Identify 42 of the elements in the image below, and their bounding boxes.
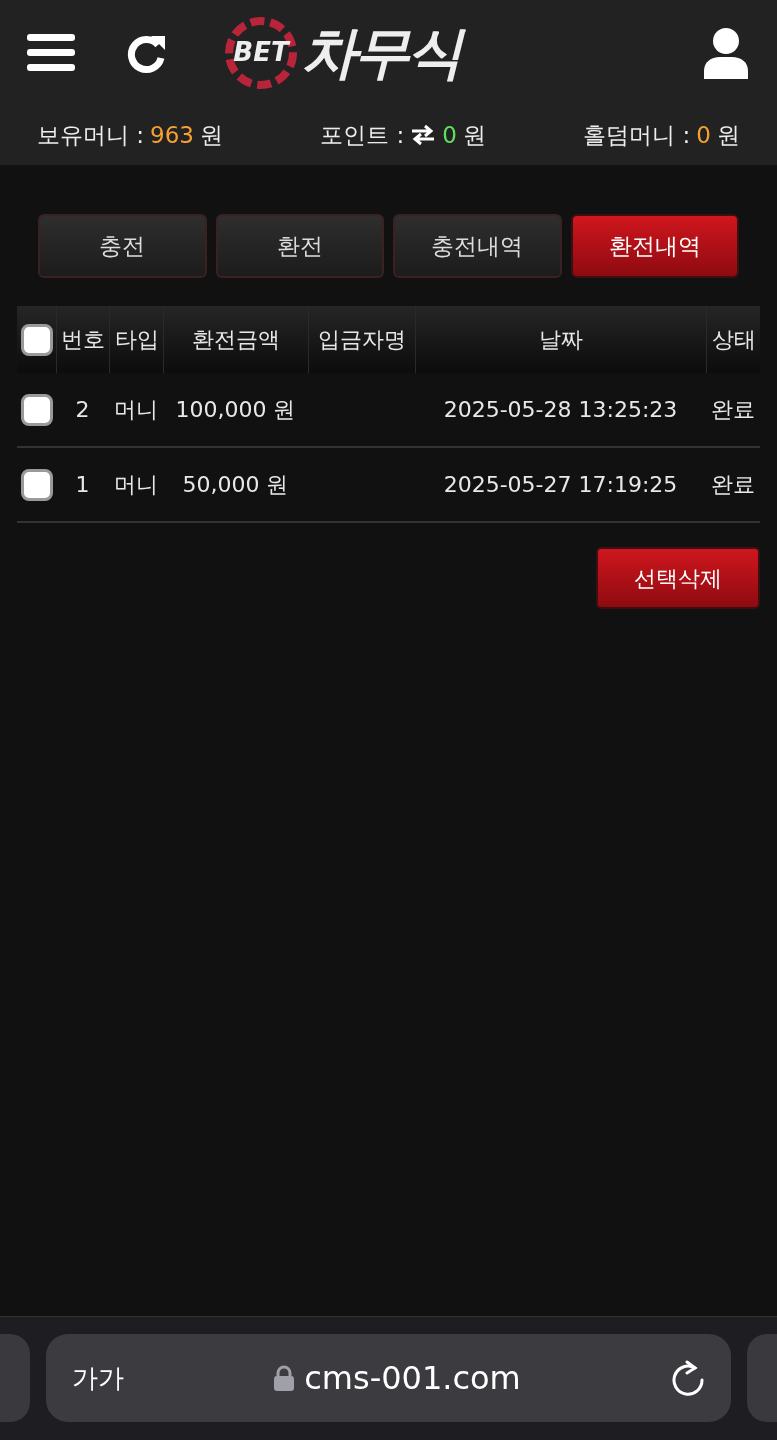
tab[interactable]: 충전 xyxy=(38,214,207,278)
table-cell-text: 100,000 원 xyxy=(175,396,296,424)
url-text: cms-001.com xyxy=(304,1358,521,1399)
currency-unit: 원 xyxy=(717,120,740,150)
column-header: 번호 xyxy=(61,326,105,354)
text-size-button[interactable]: 가가 xyxy=(72,1358,124,1398)
balance-value: 0 xyxy=(696,120,711,150)
checkbox[interactable] xyxy=(20,393,53,426)
logo-word: BET xyxy=(233,36,289,69)
table-cell-text: 50,000 원 xyxy=(182,471,289,499)
table-cell-text: 2 xyxy=(75,396,90,424)
currency-unit: 원 xyxy=(199,120,223,150)
lock-icon xyxy=(274,1365,295,1391)
table-cell-text: 완료 xyxy=(711,396,755,424)
balance-value: 0 xyxy=(442,120,457,150)
table-cell-text: 1 xyxy=(75,471,90,499)
table-cell-text: 머니 xyxy=(114,396,158,424)
balance-value: 963 xyxy=(150,120,194,150)
currency-unit: 원 xyxy=(463,120,486,150)
column-header: 환전금액 xyxy=(192,326,280,354)
column-header: 날짜 xyxy=(539,326,583,354)
column-header: 상태 xyxy=(711,326,756,354)
address-bar[interactable]: 가가 cms-001.com xyxy=(46,1334,731,1422)
checkbox[interactable] xyxy=(20,468,53,501)
user-icon[interactable] xyxy=(702,26,750,79)
balance-label: 포인트 : xyxy=(320,120,405,150)
delete-selected-button[interactable]: 선택삭제 xyxy=(596,547,760,609)
checkbox[interactable] xyxy=(20,323,53,356)
reload-icon[interactable] xyxy=(671,1360,705,1396)
tab[interactable]: 환전내역 xyxy=(570,214,739,278)
balance-label: 보유머니 : xyxy=(37,120,145,150)
tab[interactable]: 환전 xyxy=(215,214,384,278)
menu-icon[interactable] xyxy=(27,31,75,74)
table-cell-text: 완료 xyxy=(711,471,755,499)
column-header: 입금자명 xyxy=(318,326,406,354)
column-header: 타입 xyxy=(114,326,159,354)
tab[interactable]: 충전내역 xyxy=(393,214,562,278)
table-cell-text: 머니 xyxy=(114,471,158,499)
chip-icon xyxy=(225,16,297,89)
table-cell-text: 2025-05-28 13:25:23 xyxy=(443,396,678,424)
table-cell-text: 2025-05-27 17:19:25 xyxy=(443,471,678,499)
balance-label: 홀덤머니 : xyxy=(583,120,691,150)
